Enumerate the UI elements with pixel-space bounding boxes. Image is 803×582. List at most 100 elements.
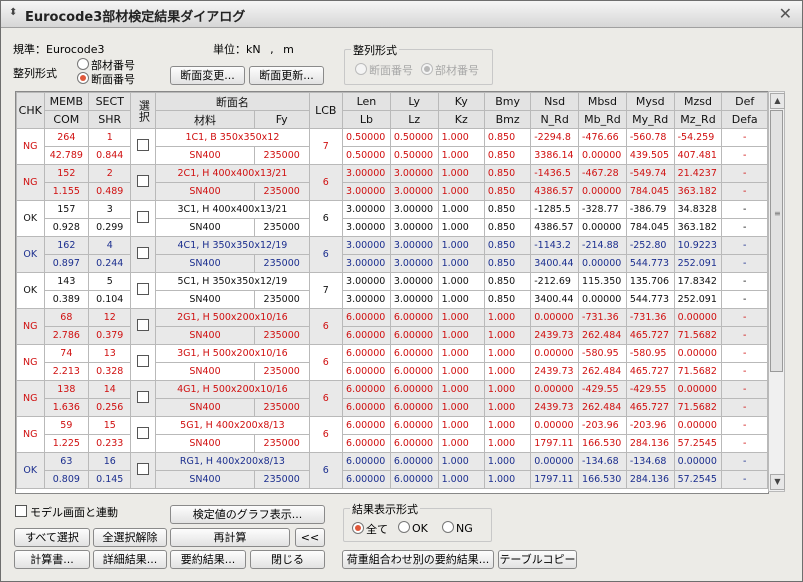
table-row[interactable]: 2.786 0.379 SN400 235000 6.00000 6.00000 1.000… — [17, 326, 768, 345]
recalc-button[interactable]: 再計算 — [170, 528, 290, 547]
value-cell: 3.00000 — [342, 182, 391, 201]
header-bmy[interactable]: Bmy — [483, 92, 532, 111]
table-row[interactable]: NG 74 13 3G1, H 500x200x10/16 6 6.00000 6.0000… — [16, 344, 768, 381]
summary-result-button[interactable]: 要約結果... — [170, 550, 246, 569]
vertical-scrollbar[interactable]: ▲ ≡ ▼ — [768, 91, 785, 492]
header-select[interactable]: 選択 — [130, 92, 157, 129]
select-cell[interactable] — [130, 416, 157, 453]
header-my-rd[interactable]: My_Rd — [625, 110, 675, 129]
header-lb[interactable]: Lb — [342, 110, 391, 129]
value-cell: 3.00000 — [342, 290, 391, 309]
filter-ok[interactable]: OK — [398, 521, 428, 535]
header-lcb[interactable]: LCB — [308, 92, 344, 129]
header-mb-rd[interactable]: Mb_Rd — [578, 110, 627, 129]
table-row[interactable]: OK 143 5 5C1, H 350x350x12/19 7 3.00000 3.0000… — [16, 272, 768, 309]
header-com[interactable]: COM — [43, 110, 90, 129]
select-cell[interactable] — [130, 272, 157, 309]
combo-summary-button[interactable]: 荷重組合わせ別の要約結果... — [342, 550, 494, 569]
checkbox-icon[interactable] — [137, 139, 150, 151]
select-cell[interactable] — [130, 452, 157, 489]
table-row[interactable]: NG 264 1 1C1, B 350x350x12 7 0.50000 0.50000 1.… — [16, 128, 768, 165]
header-lz[interactable]: Lz — [389, 110, 439, 129]
header-len[interactable]: Len — [342, 92, 391, 111]
checkbox-icon[interactable] — [137, 247, 150, 259]
table-copy-button[interactable]: テーブルコピー — [498, 550, 577, 569]
collapse-chevron-icon[interactable]: ⬍ — [9, 7, 17, 18]
collapse-button[interactable]: << — [295, 528, 325, 547]
table-row[interactable]: OK 157 3 3C1, H 400x400x13/21 6 3.00000 3.0000… — [16, 200, 768, 237]
header-defa[interactable]: Defa — [721, 110, 768, 129]
table-row[interactable]: NG 68 12 2G1, H 500x200x10/16 6 6.00000 6.0000… — [16, 308, 768, 345]
scroll-down-arrow-icon[interactable]: ▼ — [770, 474, 785, 490]
graph-button[interactable]: 検定値のグラフ表示... — [170, 505, 325, 524]
header-mzsd[interactable]: Mzsd — [673, 92, 723, 111]
checkbox-icon[interactable] — [137, 211, 150, 223]
header-shr[interactable]: SHR — [88, 110, 132, 129]
checkbox-icon[interactable] — [137, 427, 150, 439]
table-row[interactable]: OK 63 16 RG1, H 400x200x8/13 6 6.00000 6.00000… — [16, 452, 768, 489]
table-row[interactable]: NG 152 2 2C1, H 400x400x13/21 6 3.00000 3.0000… — [16, 164, 768, 201]
table-row[interactable]: 2.213 0.328 SN400 235000 6.00000 6.00000 1.000… — [17, 362, 768, 381]
checkbox-icon[interactable] — [137, 283, 150, 295]
table-row[interactable]: 0.897 0.244 SN400 235000 3.00000 3.00000 1.000… — [17, 254, 768, 273]
header-mbsd[interactable]: Mbsd — [578, 92, 627, 111]
header-material[interactable]: 材料 — [155, 110, 255, 129]
select-cell[interactable] — [130, 236, 157, 273]
deselect-all-button[interactable]: 全選択解除 — [93, 528, 167, 547]
scroll-thumb[interactable]: ≡ — [770, 110, 783, 372]
header-sect[interactable]: SECT — [88, 92, 132, 111]
filter-ng[interactable]: NG — [442, 521, 473, 535]
header-section-name[interactable]: 断面名 — [155, 92, 310, 111]
header-bmz[interactable]: Bmz — [483, 110, 532, 129]
header-n-rd[interactable]: N_Rd — [530, 110, 580, 129]
checkbox-icon[interactable] — [137, 175, 150, 187]
header-chk[interactable]: CHK — [16, 92, 45, 129]
table-row[interactable]: OK 162 4 4C1, H 350x350x12/19 6 3.00000 3.0000… — [16, 236, 768, 273]
section-update-button[interactable]: 断面更新... — [249, 66, 324, 85]
table-row[interactable]: 42.789 0.844 SN400 235000 0.50000 0.50000 1.00… — [17, 146, 768, 165]
checkbox-icon[interactable] — [137, 319, 150, 331]
group-option-member[interactable]: 部材番号 — [421, 62, 479, 78]
header-mz-rd[interactable]: Mz_Rd — [673, 110, 723, 129]
filter-all[interactable]: 全て — [352, 521, 388, 537]
checkbox-icon[interactable] — [137, 391, 150, 403]
select-cell[interactable] — [130, 308, 157, 345]
table-row[interactable]: NG 59 15 5G1, H 400x200x8/13 6 6.00000 6.00000… — [16, 416, 768, 453]
close-button[interactable]: 閉じる — [250, 550, 325, 569]
value-cell: 6.00000 — [389, 398, 439, 417]
select-cell[interactable] — [130, 164, 157, 201]
sort-option-section[interactable]: 断面番号 — [77, 71, 135, 87]
header-memb[interactable]: MEMB — [43, 92, 90, 111]
table-row[interactable]: 0.809 0.145 SN400 235000 6.00000 6.00000 1.000… — [17, 470, 768, 489]
checkbox-icon[interactable] — [137, 463, 150, 475]
value-cell: 1.000 — [437, 218, 485, 237]
title-bar[interactable]: ⬍ Eurocode3部材検定結果ダイアログ ✕ — [1, 1, 802, 28]
select-all-button[interactable]: すべて選択 — [14, 528, 90, 547]
header-fy[interactable]: Fy — [253, 110, 310, 129]
header-def[interactable]: Def — [721, 92, 768, 111]
close-icon[interactable]: ✕ — [779, 4, 792, 23]
header-ly[interactable]: Ly — [389, 92, 439, 111]
table-row[interactable]: 0.389 0.104 SN400 235000 3.00000 3.00000 1.000… — [17, 290, 768, 309]
select-cell[interactable] — [130, 380, 157, 417]
scroll-up-arrow-icon[interactable]: ▲ — [770, 93, 785, 109]
section-change-button[interactable]: 断面変更... — [170, 66, 245, 85]
detail-result-button[interactable]: 詳細結果... — [93, 550, 167, 569]
header-nsd[interactable]: Nsd — [530, 92, 580, 111]
table-row[interactable]: NG 138 14 4G1, H 500x200x10/16 6 6.00000 6.000… — [16, 380, 768, 417]
group-option-section[interactable]: 断面番号 — [355, 62, 413, 78]
select-cell[interactable] — [130, 344, 157, 381]
link-model-checkbox[interactable]: モデル画面と連動 — [15, 504, 118, 520]
table-row[interactable]: 1.636 0.256 SN400 235000 6.00000 6.00000 1.000… — [17, 398, 768, 417]
table-row[interactable]: 0.928 0.299 SN400 235000 3.00000 3.00000 1.000… — [17, 218, 768, 237]
select-cell[interactable] — [130, 128, 157, 165]
value-cell: 407.481 — [673, 146, 723, 165]
table-row[interactable]: 1.225 0.233 SN400 235000 6.00000 6.00000 1.000… — [17, 434, 768, 453]
calc-document-button[interactable]: 計算書... — [14, 550, 90, 569]
select-cell[interactable] — [130, 200, 157, 237]
table-row[interactable]: 1.155 0.489 SN400 235000 3.00000 3.00000 1.000… — [17, 182, 768, 201]
header-mysd[interactable]: Mysd — [625, 92, 675, 111]
header-kz[interactable]: Kz — [437, 110, 485, 129]
header-ky[interactable]: Ky — [437, 92, 485, 111]
checkbox-icon[interactable] — [137, 355, 150, 367]
